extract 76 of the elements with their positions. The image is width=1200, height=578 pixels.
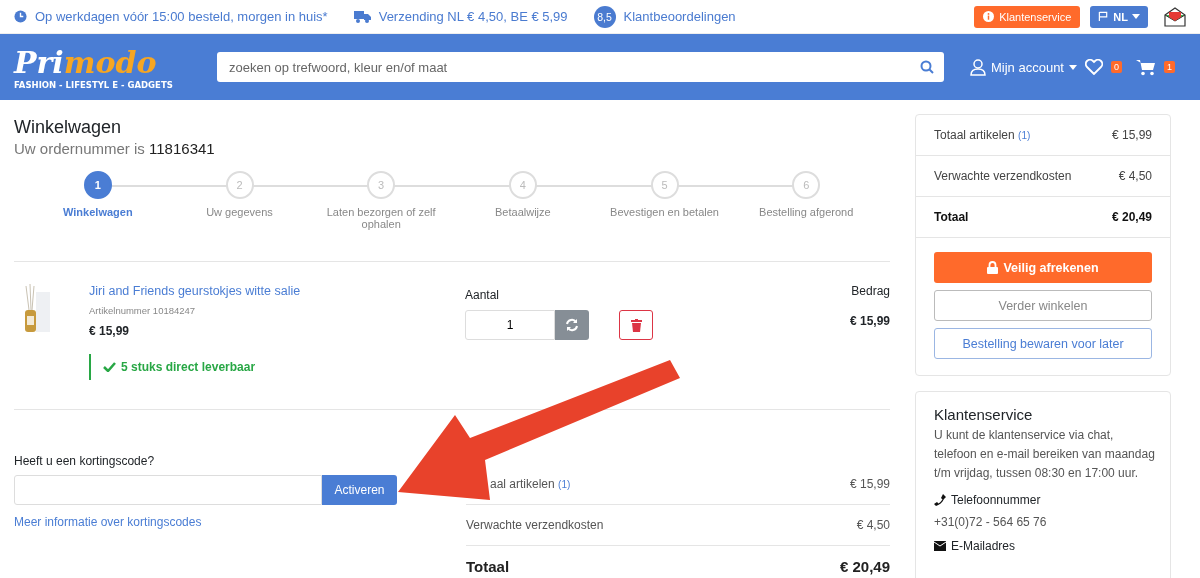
product-link[interactable]: Jiri and Friends geurstokjes witte salie <box>89 284 465 298</box>
total-value: € 15,99 <box>849 477 890 491</box>
account-menu[interactable]: Mijn account <box>970 58 1077 76</box>
step-label: Betaalwijze <box>494 206 552 218</box>
truck-icon <box>353 10 371 23</box>
summary-label: Verwachte verzendkosten <box>934 169 1072 183</box>
site-logo[interactable]: Primodo FASHION - LIFESTYL E - GADGETS <box>14 44 217 90</box>
quantity-label: Aantal <box>465 288 501 302</box>
total-value: € 4,50 <box>856 518 890 532</box>
total-label: Totaal <box>466 557 510 575</box>
mail-logo-icon[interactable] <box>1164 6 1186 27</box>
step-circle: 6 <box>792 171 821 199</box>
search-icon[interactable] <box>920 60 934 74</box>
summary-value: € 20,49 <box>1111 210 1152 224</box>
phone-label: Telefoonnummer <box>951 493 1041 507</box>
step-circle: 1 <box>83 171 112 199</box>
page-title: Winkelwagen <box>14 117 123 138</box>
step-circle: 5 <box>650 171 679 199</box>
delete-button[interactable] <box>619 310 653 340</box>
total-label: Verwachte verzendkosten <box>466 518 604 532</box>
search-field[interactable]: zoeken op trefwoord, kleur en/of maat <box>217 52 944 82</box>
usp-text: Op werkdagen vóór 15:00 besteld, morgen in huis* <box>35 9 328 24</box>
total-value: € 20,49 <box>839 557 890 575</box>
total-label: aal artikelen (1) <box>489 477 571 491</box>
info-icon <box>983 11 995 22</box>
step-label: Winkelwagen <box>62 206 134 218</box>
discount-code-field[interactable] <box>14 475 322 505</box>
phone-icon <box>934 494 946 506</box>
service-title: Klantenservice <box>934 406 1034 423</box>
refresh-button[interactable] <box>555 310 589 340</box>
save-order-button[interactable]: Bestelling bewaren voor later <box>934 328 1152 359</box>
step-label: Bevestigen en betalen <box>609 206 720 218</box>
cart-count: 1 <box>1164 61 1175 73</box>
rating-badge: 8,5 <box>593 5 616 28</box>
summary-label: Totaal <box>934 210 969 224</box>
step-label: Laten bezorgen of zelf ophalen <box>325 206 437 230</box>
step-circle: 2 <box>225 171 254 199</box>
lock-icon <box>987 261 999 274</box>
refresh-icon <box>565 318 579 332</box>
phone-number: +31(0)72 - 564 65 76 <box>934 515 1048 529</box>
order-number: Uw ordernummer is 11816341 <box>14 140 216 157</box>
amount-label: Bedrag <box>851 284 890 298</box>
checkout-button[interactable]: Veilig afrekenen <box>934 252 1152 283</box>
quantity-field[interactable]: 1 <box>465 310 555 340</box>
customer-service-button[interactable]: Klantenservice <box>974 5 1081 28</box>
email-label: E-Mailadres <box>951 539 1016 553</box>
wishlist-count: 0 <box>1111 61 1122 73</box>
clock-icon <box>14 10 27 23</box>
product-price: € 15,99 <box>89 324 131 338</box>
step-label: Bestelling afgerond <box>758 206 855 218</box>
flag-icon <box>1098 11 1110 22</box>
summary-label: Totaal artikelen (1) <box>934 128 1031 142</box>
discount-info-link[interactable]: Meer informatie over kortingscodes <box>14 515 466 529</box>
step-circle: 3 <box>367 171 396 199</box>
usp-text: Verzending NL € 4,50, BE € 5,99 <box>378 9 568 24</box>
discount-label: Heeft u een kortingscode? <box>14 454 156 468</box>
continue-shopping-button[interactable]: Verder winkelen <box>934 290 1152 321</box>
article-number: Artikelnummer 10184247 <box>89 305 197 316</box>
step-label: Uw gegevens <box>205 206 274 218</box>
heart-icon[interactable] <box>1085 59 1103 75</box>
stock-status: 5 stuks direct leverbaar <box>121 360 256 374</box>
user-icon <box>970 58 986 76</box>
summary-value: € 4,50 <box>1118 169 1152 183</box>
caret-icon <box>1132 14 1140 19</box>
language-button[interactable]: NL <box>1090 5 1148 28</box>
caret-icon <box>1069 64 1077 70</box>
step-circle: 4 <box>508 171 537 199</box>
trash-icon <box>630 318 642 332</box>
usp-text: Klantbeoordelingen <box>623 9 736 24</box>
activate-button[interactable]: Activeren <box>322 475 397 505</box>
check-icon <box>103 362 116 372</box>
service-text: U kunt de klantenservice via chat, telefoon en e-mail bereiken van maandag t/m vrijdag, tussen 08:30 en 17:00 uur. <box>934 427 1156 482</box>
envelope-icon <box>934 541 946 551</box>
cart-icon[interactable] <box>1136 58 1156 76</box>
amount-value: € 15,99 <box>849 314 890 328</box>
summary-value: € 15,99 <box>1111 128 1152 142</box>
